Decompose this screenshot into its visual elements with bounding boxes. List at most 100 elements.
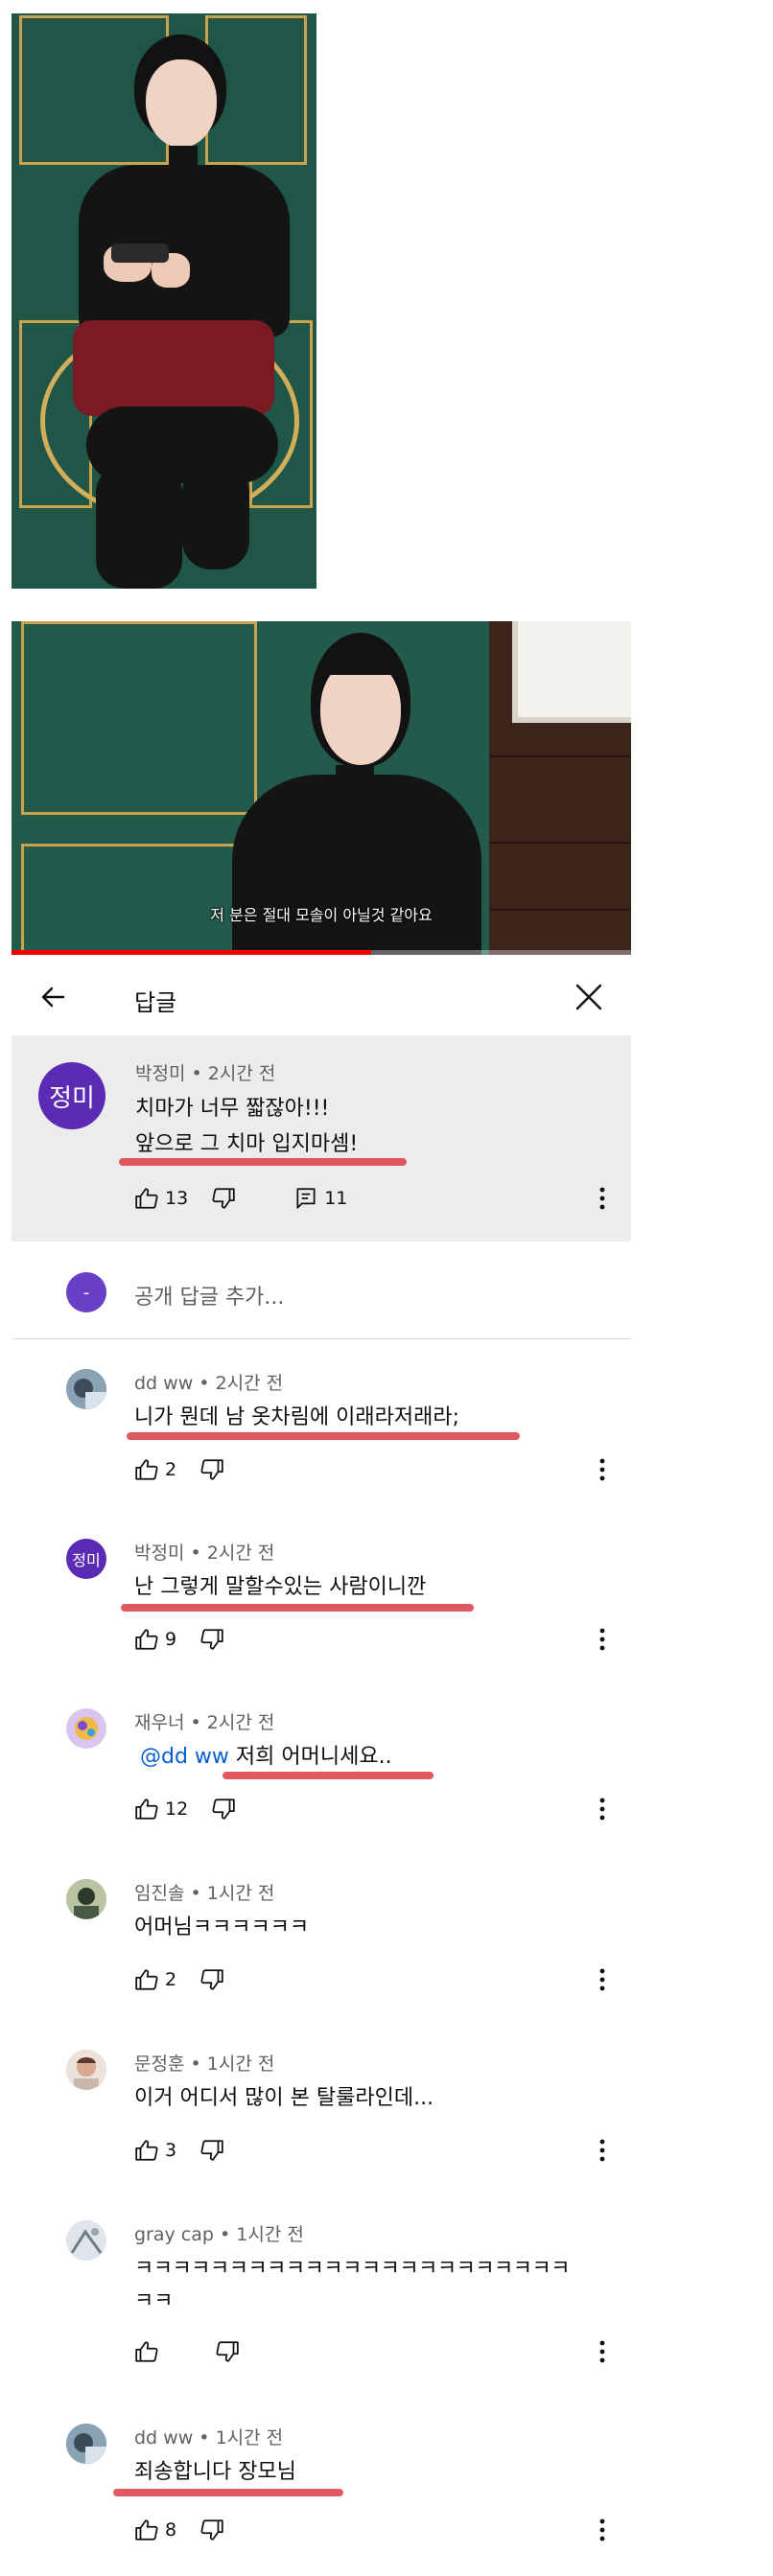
thumb-up-icon — [135, 2140, 158, 2161]
comment-actions: 12 — [134, 1795, 259, 1823]
red-underline — [127, 1432, 520, 1440]
dislike-button[interactable] — [211, 1797, 236, 1822]
thumb-down-icon — [212, 1188, 235, 1209]
avatar[interactable]: 정미 — [38, 1062, 105, 1129]
like-count: 13 — [165, 1188, 189, 1209]
thumb-up-icon — [135, 2341, 158, 2362]
reply-item: 임진솔 • 1시간 전 어머님ㅋㅋㅋㅋㅋㅋ 2 — [0, 1871, 773, 2015]
like-button[interactable]: 13 — [134, 1186, 188, 1211]
header-title: 답글 — [134, 989, 177, 1016]
thumb-up-icon — [135, 1799, 158, 1820]
like-count: 2 — [165, 1459, 177, 1480]
photo-woman-on-chair — [12, 13, 316, 589]
thumb-down-icon — [200, 2140, 223, 2161]
comment-text-line2: 앞으로 그 치마 입지마셈! — [135, 1132, 359, 1156]
author-name[interactable]: 재우너 — [134, 1712, 184, 1733]
dislike-button[interactable] — [199, 2138, 224, 2163]
thumb-up-icon — [135, 2519, 158, 2541]
author-name[interactable]: 임진솔 — [134, 1883, 184, 1904]
like-button[interactable]: 12 — [134, 1797, 188, 1822]
legs — [182, 464, 249, 569]
legs — [96, 464, 182, 589]
more-options-icon[interactable] — [598, 1457, 606, 1482]
more-options-icon[interactable] — [598, 1627, 606, 1652]
like-button[interactable]: 2 — [134, 1457, 176, 1482]
avatar[interactable] — [66, 2424, 106, 2464]
like-count: 9 — [165, 1629, 177, 1650]
author-name[interactable]: 박정미 — [135, 1063, 185, 1084]
wall-panel — [21, 844, 257, 955]
like-button[interactable] — [134, 2339, 165, 2364]
comment-actions: 2 — [134, 1455, 247, 1484]
more-options-icon[interactable] — [598, 2339, 606, 2364]
comment-text: 죄송합니다 장모님 — [134, 2460, 296, 2484]
like-button[interactable]: 3 — [134, 2138, 176, 2163]
replies-button[interactable]: 11 — [293, 1186, 347, 1211]
comment-actions: 8 — [134, 2516, 247, 2544]
comment-actions — [134, 2337, 263, 2366]
thumb-up-icon — [135, 1629, 158, 1650]
thumb-down-icon — [216, 2341, 239, 2362]
avatar[interactable]: 정미 — [66, 1539, 106, 1579]
comment-time: 2시간 전 — [206, 1543, 275, 1564]
comment-text: 이거 어디서 많이 본 탈룰라인데... — [134, 2086, 434, 2110]
more-options-icon[interactable] — [598, 1967, 606, 1992]
author-name[interactable]: 박정미 — [134, 1543, 184, 1564]
comment-text: @dd ww 저희 어머니세요.. — [140, 1745, 392, 1769]
neck-collar — [336, 765, 374, 813]
thumb-down-icon — [200, 1629, 223, 1650]
comment-time: 2시간 전 — [215, 1373, 284, 1394]
face — [320, 660, 401, 765]
red-underline — [119, 1158, 407, 1166]
avatar[interactable] — [66, 2220, 106, 2261]
mention-link[interactable]: @dd ww — [140, 1745, 229, 1769]
comment-text: 니가 뭔데 남 옷차림에 이래라저래라; — [134, 1405, 459, 1429]
dislike-button[interactable] — [199, 2518, 224, 2542]
author-name[interactable]: 문정훈 — [134, 2054, 184, 2075]
thumb-down-icon — [200, 1459, 223, 1480]
more-options-icon[interactable] — [598, 1186, 606, 1211]
dislike-button[interactable] — [199, 1967, 224, 1992]
avatar[interactable] — [66, 2050, 106, 2090]
like-button[interactable]: 9 — [134, 1627, 176, 1652]
like-button[interactable]: 8 — [134, 2518, 176, 2542]
reply-item: gray cap • 1시간 전 ㅋㅋㅋㅋㅋㅋㅋㅋㅋㅋㅋㅋㅋㅋㅋㅋㅋㅋㅋㅋㅋㅋㅋ… — [0, 2213, 773, 2385]
thumb-down-icon — [200, 2519, 223, 2541]
dislike-button[interactable] — [211, 1186, 236, 1211]
comment-text: 어머님ㅋㅋㅋㅋㅋㅋ — [134, 1915, 310, 1939]
more-options-icon[interactable] — [598, 2518, 606, 2542]
red-underline — [223, 1772, 433, 1779]
comment-actions: 13 11 — [134, 1184, 370, 1213]
like-count: 2 — [165, 1969, 177, 1990]
replies-header: 답글 — [12, 961, 631, 1033]
more-options-icon[interactable] — [598, 2138, 606, 2163]
avatar[interactable] — [66, 1369, 106, 1409]
like-button[interactable]: 2 — [134, 1967, 176, 1992]
author-name[interactable]: gray cap — [134, 2224, 214, 2245]
more-options-icon[interactable] — [598, 1797, 606, 1822]
reply-item: dd ww • 1시간 전 죄송합니다 장모님 8 — [0, 2416, 773, 2569]
author-name[interactable]: dd ww — [134, 1373, 193, 1394]
arrow-left-icon[interactable] — [35, 978, 73, 1016]
reply-count: 11 — [324, 1188, 348, 1209]
comment-text-line1: 치마가 너무 짧잖아!!! — [135, 1097, 330, 1121]
close-icon[interactable] — [570, 978, 608, 1016]
add-reply-input[interactable]: 공개 답글 추가... — [134, 1280, 284, 1311]
thumb-down-icon — [200, 1969, 223, 1990]
dislike-button[interactable] — [199, 1627, 224, 1652]
comment-time: 1시간 전 — [206, 1883, 275, 1904]
avatar[interactable] — [66, 1708, 106, 1749]
comment-actions: 3 — [134, 2136, 247, 2165]
comment-meta: 박정미 • 2시간 전 — [134, 1543, 275, 1564]
red-underline — [113, 2489, 343, 2496]
author-name[interactable]: dd ww — [134, 2427, 193, 2448]
wall-panel — [21, 621, 257, 815]
video-player[interactable]: 저 분은 절대 모솔이 아닐것 같아요 — [12, 621, 631, 955]
dislike-button[interactable] — [215, 2339, 240, 2364]
wall-frame — [512, 621, 631, 723]
comment-meta: 박정미 • 2시간 전 — [135, 1063, 276, 1084]
avatar[interactable] — [66, 1879, 106, 1919]
comment-meta: dd ww • 1시간 전 — [134, 2427, 284, 2448]
dislike-button[interactable] — [199, 1457, 224, 1482]
phone — [111, 244, 169, 263]
